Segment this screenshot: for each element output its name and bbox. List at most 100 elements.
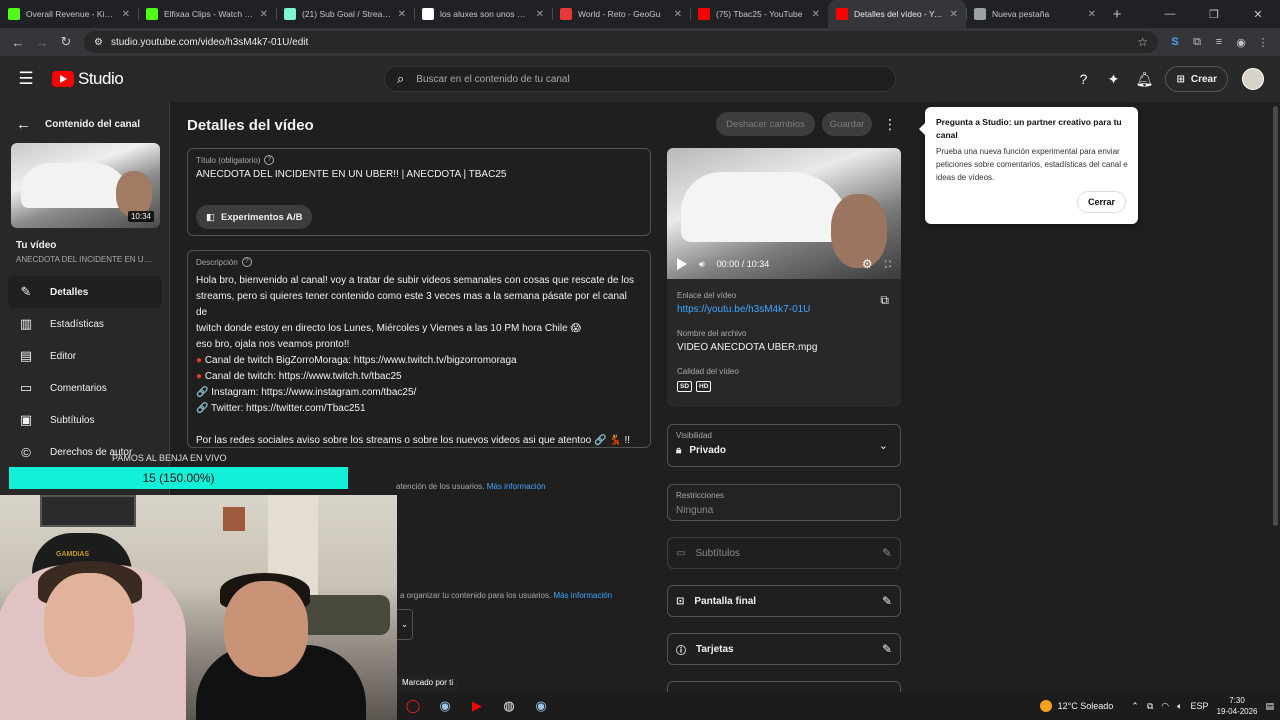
tab-close-icon[interactable]: ✕	[260, 9, 268, 20]
hamburger-menu-icon[interactable]: ☰	[0, 69, 52, 89]
bookmark-star-icon[interactable]: ☆	[1137, 35, 1148, 49]
end-screen-row[interactable]: ⊡ Pantalla final ✎	[667, 585, 901, 617]
playlist-dropdown-edge[interactable]: ⌄	[397, 609, 413, 640]
weather-widget[interactable]: 12°C Soleado	[1039, 700, 1113, 712]
account-avatar[interactable]	[1242, 68, 1264, 90]
player-controls: 🔊︎ 00:00 / 10:34 ⚙ ⛶	[677, 255, 891, 273]
browser-menu-icon[interactable]: ⋮	[1252, 36, 1274, 49]
sidebar-video-thumbnail[interactable]: 10:34	[11, 143, 160, 228]
tab-close-icon[interactable]: ✕	[398, 9, 406, 20]
page-scrollbar[interactable]	[1271, 102, 1280, 692]
speaker-icon[interactable]: 🔈︎	[1177, 701, 1182, 712]
sidebar-item-subt-tulos[interactable]: ▣ Subtítulos	[8, 404, 162, 436]
volume-icon[interactable]: 🔊︎	[699, 259, 705, 270]
sidebar-item-comentarios[interactable]: ▭ Comentarios	[8, 372, 162, 404]
restrictions-field[interactable]: Restricciones Ninguna	[667, 484, 901, 521]
close-window-icon[interactable]: ✕	[1236, 8, 1280, 21]
back-label: Contenido del canal	[45, 119, 141, 130]
subtitles-row[interactable]: ▭ Subtítulos ✎	[667, 537, 901, 569]
title-field[interactable]: Título (obligatorio)? ANECDOTA DEL INCID…	[187, 148, 651, 236]
extension-s-icon[interactable]: S	[1164, 36, 1186, 48]
help-icon[interactable]: ?	[1075, 71, 1091, 87]
browser-tab[interactable]: los aluxes son unos ente ✕	[414, 0, 552, 28]
help-circle-icon[interactable]: ?	[241, 257, 252, 267]
youtube-app-icon[interactable]: ▶	[461, 698, 493, 714]
tab-close-icon[interactable]: ✕	[122, 9, 130, 20]
sparkle-icon[interactable]: ✦	[1105, 71, 1121, 88]
title-value: ANECDOTA DEL INCIDENTE EN UN UBER!! | AN…	[196, 169, 507, 180]
description-field[interactable]: Descripción? Hola bro, bienvenido al can…	[187, 250, 651, 448]
notifications-bell-icon[interactable]: 🔔︎	[1135, 71, 1153, 88]
wifi-icon[interactable]: ◠	[1161, 701, 1169, 712]
profile-avatar-icon[interactable]: ◉	[1230, 36, 1252, 49]
channel-search-input[interactable]: ⌕ Buscar en el contenido de tu canal	[384, 66, 896, 92]
reload-icon[interactable]: ↻	[54, 34, 78, 50]
forward-icon[interactable]: →	[30, 35, 54, 50]
clock[interactable]: 7:30 19-04-2026	[1217, 695, 1258, 717]
new-tab-button[interactable]: +	[1104, 0, 1130, 28]
back-to-content-link[interactable]: ← Contenido del canal	[0, 102, 169, 147]
browser-tab[interactable]: (21) Sub Goal / Streamlab ✕	[276, 0, 414, 28]
browser-tab[interactable]: Detalles del vídeo - YouTu ✕	[828, 0, 966, 28]
media-controls-icon[interactable]: ≡	[1208, 36, 1230, 48]
copy-icon[interactable]: ⧉	[880, 293, 889, 308]
settings-gear-icon[interactable]: ⚙	[862, 257, 873, 271]
tab-favicon-icon	[974, 8, 986, 20]
edit-pencil-icon[interactable]: ✎	[882, 594, 892, 608]
info-circle-icon: ⓘ	[676, 645, 686, 657]
notification-center-icon[interactable]: ▤	[1265, 701, 1274, 712]
steam-icon[interactable]: ◉	[429, 698, 461, 714]
browser-tab[interactable]: World - Reto - GeoGu ✕	[552, 0, 690, 28]
opera-icon[interactable]: ◯	[397, 698, 429, 714]
tab-close-icon[interactable]: ✕	[536, 9, 544, 20]
restrictions-label: Restricciones	[676, 491, 725, 500]
browser-tab-strip: + — ❐ ✕ Overall Revenue - Kick Da✕Elfixa…	[0, 0, 1280, 28]
create-button[interactable]: ⊞ Crear	[1165, 66, 1228, 92]
playlist-more-info-link[interactable]: Más información	[553, 591, 612, 600]
site-info-icon[interactable]: ⚙	[94, 37, 103, 48]
playlist-hint: a organizar tu contenido para los usuari…	[400, 591, 613, 600]
tab-close-icon[interactable]: ✕	[1088, 9, 1096, 20]
sidebar-item-editor[interactable]: ▤ Editor	[8, 340, 162, 372]
sidebar-item-derechos-de-autor[interactable]: © Derechos de autor	[8, 436, 162, 468]
obs-icon[interactable]: ◍	[493, 698, 525, 714]
visibility-select[interactable]: Visibilidad 🔒︎ Privado ⌄	[667, 424, 901, 467]
comments-icon: ▭	[19, 380, 33, 395]
ask-studio-popup: Pregunta a Studio: un partner creativo p…	[919, 107, 1138, 224]
undo-changes-button[interactable]: Deshacer cambios	[716, 112, 815, 136]
popup-close-button[interactable]: Cerrar	[1076, 191, 1126, 213]
steam-app-icon[interactable]: ◉	[525, 698, 557, 714]
studio-logo[interactable]: Studio	[52, 69, 124, 89]
play-icon[interactable]	[677, 258, 687, 270]
save-button[interactable]: Guardar	[822, 112, 872, 136]
thumbnail-more-info-link[interactable]: Más información	[487, 482, 546, 491]
video-link[interactable]: https://youtu.be/h3sM4k7-01U	[677, 304, 810, 315]
fullscreen-icon[interactable]: ⛶	[885, 259, 891, 270]
cards-row[interactable]: ⓘ Tarjetas ✎	[667, 633, 901, 665]
extensions-puzzle-icon[interactable]: ⧉	[1186, 36, 1208, 49]
tab-close-icon[interactable]: ✕	[674, 9, 682, 20]
language-indicator[interactable]: ESP	[1191, 701, 1209, 711]
browser-tab[interactable]: (75) Tbac25 - YouTube ✕	[690, 0, 828, 28]
ab-testing-button[interactable]: ◧ Experimentos A/B	[196, 205, 313, 229]
browser-tab[interactable]: Overall Revenue - Kick Da ✕	[0, 0, 138, 28]
edit-pencil-icon[interactable]: ✎	[882, 642, 892, 656]
help-circle-icon[interactable]: ?	[264, 155, 275, 165]
edit-pencil-icon[interactable]: ✎	[882, 546, 892, 560]
tray-app-icon[interactable]: ⧉	[1147, 701, 1153, 712]
maximize-icon[interactable]: ❐	[1192, 8, 1236, 21]
url-field[interactable]: ⚙ studio.youtube.com/video/h3sM4k7-01U/e…	[84, 31, 1158, 53]
browser-tab[interactable]: Elfixaa Clips - Watch Live ✕	[138, 0, 276, 28]
tab-close-icon[interactable]: ✕	[950, 9, 958, 20]
sd-badge: SD	[677, 381, 693, 392]
sidebar-item-detalles[interactable]: ✎ Detalles	[8, 276, 162, 308]
tray-chevron-icon[interactable]: ⌃	[1131, 701, 1139, 712]
browser-tab[interactable]: Nueva pestaña ✕	[966, 0, 1104, 28]
tab-close-icon[interactable]: ✕	[812, 9, 820, 20]
minimize-icon[interactable]: —	[1148, 8, 1192, 20]
video-player[interactable]: 🔊︎ 00:00 / 10:34 ⚙ ⛶	[667, 148, 901, 279]
sidebar-item-estad-sticas[interactable]: ▥ Estadísticas	[8, 308, 162, 340]
back-icon[interactable]: ←	[6, 35, 30, 50]
more-options-icon[interactable]: ⋮	[883, 116, 897, 133]
cards-label: Tarjetas	[696, 643, 734, 655]
